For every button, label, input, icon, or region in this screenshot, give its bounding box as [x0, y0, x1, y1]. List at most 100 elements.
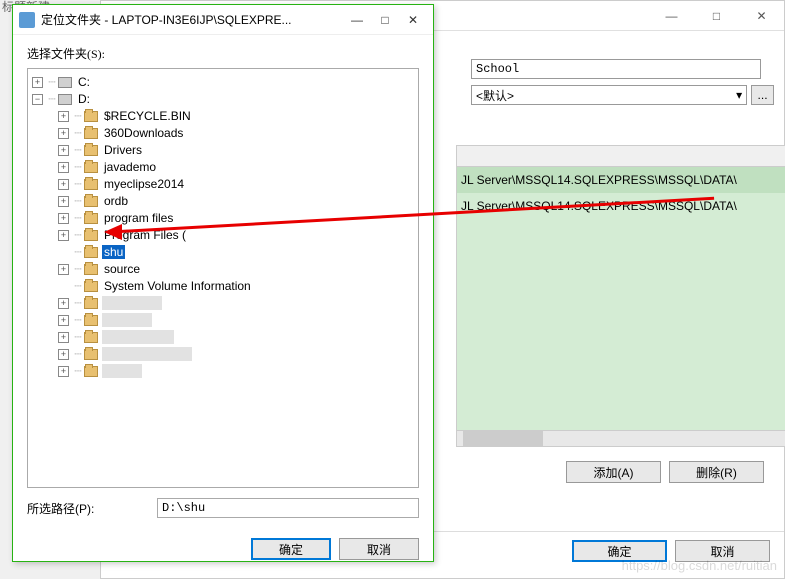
expand-icon[interactable]: + — [58, 111, 69, 122]
remove-button[interactable]: 删除(R) — [669, 461, 764, 483]
expand-icon[interactable]: + — [32, 77, 43, 88]
selected-path-input[interactable] — [157, 498, 419, 518]
node-label: D: — [76, 92, 92, 106]
folder-icon — [84, 247, 98, 258]
folder-icon — [84, 349, 98, 360]
folder-icon — [84, 366, 98, 377]
folder-icon — [84, 264, 98, 275]
redacted-label — [102, 347, 192, 361]
table-row[interactable]: JL Server\MSSQL14.SQLEXPRESS\MSSQL\DATA\… — [457, 167, 785, 193]
node-label: System Volume Information — [102, 279, 253, 293]
folder-icon — [84, 230, 98, 241]
redacted-label — [102, 313, 152, 327]
table-row[interactable]: JL Server\MSSQL14.SQLEXPRESS\MSSQL\DATA\… — [457, 193, 785, 219]
tree-node-redacted[interactable]: +┈ — [30, 363, 416, 379]
row-path: JL Server\MSSQL14.SQLEXPRESS\MSSQL\DATA\ — [461, 173, 737, 187]
drive-icon — [58, 94, 72, 105]
folder-icon — [84, 298, 98, 309]
scrollbar-thumb[interactable] — [463, 431, 543, 446]
owner-browse-button[interactable]: ... — [751, 85, 774, 105]
node-label: Drivers — [102, 143, 144, 157]
expand-icon[interactable]: + — [58, 366, 69, 377]
db-name-input[interactable] — [471, 59, 761, 79]
folder-icon — [84, 162, 98, 173]
expand-icon[interactable]: + — [58, 196, 69, 207]
selected-path-label: 所选路径(P): — [27, 500, 157, 517]
expand-icon[interactable]: + — [58, 298, 69, 309]
maximize-button[interactable]: □ — [371, 9, 399, 31]
tree-node[interactable]: +┈source — [30, 261, 416, 277]
table-header: 文件名 — [456, 145, 785, 167]
h-scrollbar[interactable]: ▸ — [457, 430, 785, 446]
owner-select[interactable]: <默认> ▾ — [471, 85, 747, 105]
node-label: Program Files ( — [102, 228, 188, 242]
expand-icon[interactable]: + — [58, 213, 69, 224]
folder-icon — [84, 196, 98, 207]
folder-icon — [84, 128, 98, 139]
ok-button[interactable]: 确定 — [251, 538, 331, 560]
close-button[interactable]: ✕ — [739, 1, 784, 31]
drive-icon — [58, 77, 72, 88]
tree-node[interactable]: +┈myeclipse2014 — [30, 176, 416, 192]
tree-node-redacted[interactable]: +┈ — [30, 312, 416, 328]
expand-icon[interactable]: + — [58, 145, 69, 156]
minimize-button[interactable]: — — [343, 9, 371, 31]
expand-icon[interactable]: + — [58, 349, 69, 360]
tree-node[interactable]: +┈ordb — [30, 193, 416, 209]
tree-node-redacted[interactable]: +┈ — [30, 346, 416, 362]
node-label: javademo — [102, 160, 158, 174]
tree-node-drive-c[interactable]: +┈ C: — [30, 74, 416, 90]
tree-node-redacted[interactable]: +┈ — [30, 329, 416, 345]
node-label: source — [102, 262, 142, 276]
folder-tree[interactable]: +┈ C: −┈ D: +┈$RECYCLE.BIN +┈360Download… — [27, 68, 419, 488]
folder-icon — [84, 332, 98, 343]
maximize-button[interactable]: □ — [694, 1, 739, 31]
fg-body: 选择文件夹(S): +┈ C: −┈ D: +┈$RECYCLE.BIN +┈3… — [13, 35, 433, 528]
tree-node[interactable]: +┈program files — [30, 210, 416, 226]
expand-icon[interactable]: + — [58, 179, 69, 190]
tree-node[interactable]: ┈System Volume Information — [30, 278, 416, 294]
node-label: $RECYCLE.BIN — [102, 109, 193, 123]
folder-icon — [84, 281, 98, 292]
node-label: shu — [102, 245, 125, 259]
expand-icon[interactable]: + — [58, 230, 69, 241]
node-label: program files — [102, 211, 175, 225]
tree-node[interactable]: +┈$RECYCLE.BIN — [30, 108, 416, 124]
close-button[interactable]: ✕ — [399, 9, 427, 31]
expand-icon[interactable]: + — [58, 315, 69, 326]
folder-icon — [84, 179, 98, 190]
fg-titlebar[interactable]: 定位文件夹 - LAPTOP-IN3E6IJP\SQLEXPRE... — □ … — [13, 5, 433, 35]
tree-node[interactable]: +┈javademo — [30, 159, 416, 175]
folder-icon — [84, 145, 98, 156]
expand-blank — [58, 247, 69, 258]
node-label: C: — [76, 75, 92, 89]
redacted-label — [102, 330, 174, 344]
expand-icon[interactable]: + — [58, 264, 69, 275]
app-icon — [19, 12, 35, 28]
expand-icon[interactable]: + — [58, 332, 69, 343]
collapse-icon[interactable]: − — [32, 94, 43, 105]
expand-blank — [58, 281, 69, 292]
add-button[interactable]: 添加(A) — [566, 461, 661, 483]
tree-node-redacted[interactable]: +┈ — [30, 295, 416, 311]
folder-icon — [84, 213, 98, 224]
minimize-button[interactable]: — — [649, 1, 694, 31]
folder-icon — [84, 315, 98, 326]
tree-node-selected[interactable]: ┈shu — [30, 244, 416, 260]
locate-folder-dialog: 定位文件夹 - LAPTOP-IN3E6IJP\SQLEXPRE... — □ … — [12, 4, 434, 562]
files-table: 文件名 JL Server\MSSQL14.SQLEXPRESS\MSSQL\D… — [456, 145, 785, 447]
watermark: https://blog.csdn.net/ruitian — [622, 558, 777, 573]
cancel-button[interactable]: 取消 — [339, 538, 419, 560]
row-path: JL Server\MSSQL14.SQLEXPRESS\MSSQL\DATA\ — [461, 199, 737, 213]
tree-node[interactable]: +┈Drivers — [30, 142, 416, 158]
owner-select-value: <默认> — [476, 87, 514, 104]
fg-dialog-buttons: 确定 取消 — [13, 528, 433, 560]
chevron-down-icon: ▾ — [736, 88, 742, 102]
tree-node[interactable]: +┈Program Files ( — [30, 227, 416, 243]
tree-node-drive-d[interactable]: −┈ D: — [30, 91, 416, 107]
select-folder-label: 选择文件夹(S): — [27, 45, 419, 62]
expand-icon[interactable]: + — [58, 128, 69, 139]
expand-icon[interactable]: + — [58, 162, 69, 173]
table-body: JL Server\MSSQL14.SQLEXPRESS\MSSQL\DATA\… — [456, 167, 785, 447]
tree-node[interactable]: +┈360Downloads — [30, 125, 416, 141]
